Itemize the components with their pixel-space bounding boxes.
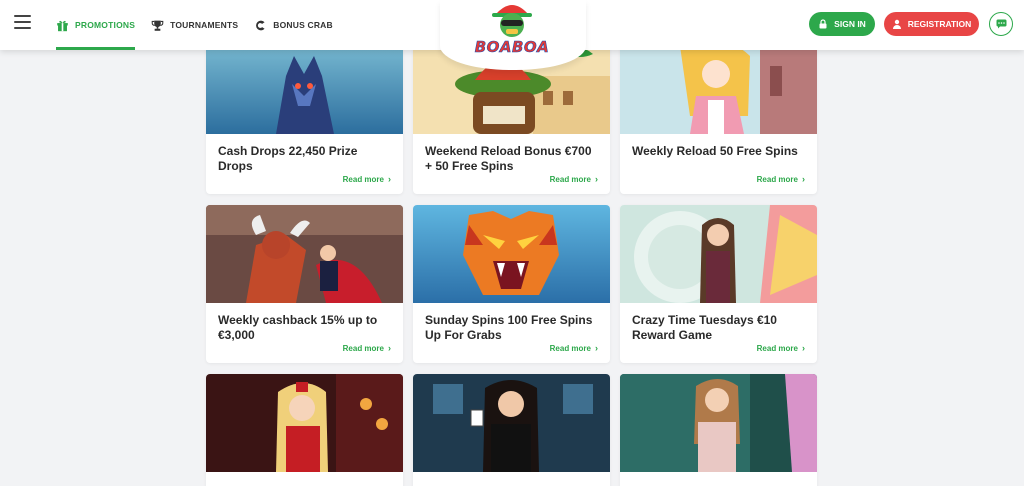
chevron-right-icon: ›	[802, 343, 805, 353]
registration-label: REGISTRATION	[907, 19, 972, 29]
nav-item-label: PROMOTIONS	[75, 20, 136, 30]
read-more-link[interactable]: Read more ›	[757, 343, 805, 353]
bull-matador	[206, 205, 403, 303]
read-more-label: Read more	[342, 174, 384, 184]
nav-item-label: BONUS CRAB	[273, 20, 333, 30]
nav-item-promotions[interactable]: PROMOTIONS	[56, 0, 136, 50]
registration-button[interactable]: REGISTRATION	[884, 12, 979, 36]
lock-icon	[819, 19, 827, 29]
sign-in-label: SIGN IN	[834, 19, 866, 29]
promo-card-title: Weekly Reload 50 Free Spins	[632, 144, 798, 158]
read-more-link[interactable]: Read more ›	[757, 174, 805, 184]
chat-icon	[996, 19, 1006, 29]
read-more-link[interactable]: Read more ›	[550, 174, 598, 184]
main-nav: PROMOTIONS TOURNAMENTS BONUS CRAB	[56, 0, 349, 50]
promo-card-title: Weekly cashback 15% up to €3,000	[218, 313, 378, 342]
read-more-label: Read more	[756, 343, 798, 353]
promo-card[interactable]: Weekly cashback 15% up to €3,000 Read mo…	[206, 205, 403, 363]
promo-card[interactable]	[206, 374, 403, 486]
chevron-right-icon: ›	[595, 343, 598, 353]
promo-card[interactable]	[620, 374, 817, 486]
nav-item-label: TOURNAMENTS	[170, 20, 239, 30]
chevron-right-icon: ›	[802, 174, 805, 184]
live-dealer-crazy-time	[620, 205, 817, 303]
gift-icon	[57, 20, 68, 31]
boaboa-logo[interactable]: BOABOA	[470, 0, 554, 62]
promo-card[interactable]: Sunday Spins 100 Free Spins Up For Grabs…	[413, 205, 610, 363]
sign-in-button[interactable]: SIGN IN	[809, 12, 875, 36]
promo-card[interactable]: Cash Drops 22,450 Prize Drops Read more ›	[206, 36, 403, 194]
trophy-icon	[151, 20, 164, 31]
user-icon	[892, 19, 901, 29]
read-more-label: Read more	[342, 343, 384, 353]
chat-button[interactable]	[989, 12, 1013, 36]
tiger-mask	[413, 205, 610, 303]
promo-card[interactable]	[413, 374, 610, 486]
read-more-link[interactable]: Read more ›	[343, 174, 391, 184]
anime-waitress	[620, 36, 817, 134]
read-more-label: Read more	[549, 174, 591, 184]
roulette-dealer	[620, 374, 817, 472]
promo-card-title: Cash Drops 22,450 Prize Drops	[218, 144, 358, 173]
promo-card[interactable]: Crazy Time Tuesdays €10 Reward Game Read…	[620, 205, 817, 363]
read-more-label: Read more	[549, 343, 591, 353]
read-more-link[interactable]: Read more ›	[343, 343, 391, 353]
chevron-right-icon: ›	[388, 174, 391, 184]
menu-icon[interactable]	[14, 15, 31, 29]
read-more-label: Read more	[756, 174, 798, 184]
chevron-right-icon: ›	[388, 343, 391, 353]
logo-text: BOABOA	[474, 38, 550, 57]
promo-card[interactable]: Weekly Reload 50 Free Spins Read more ›	[620, 36, 817, 194]
wolf-illustration	[206, 36, 403, 134]
blackjack-dealer	[413, 374, 610, 472]
chevron-right-icon: ›	[595, 174, 598, 184]
live-dealer-red-uniform	[206, 374, 403, 472]
promo-card-title: Crazy Time Tuesdays €10 Reward Game	[632, 313, 777, 342]
read-more-link[interactable]: Read more ›	[550, 343, 598, 353]
promo-card-title: Weekend Reload Bonus €700 + 50 Free Spin…	[425, 144, 592, 173]
logo-mascot-icon	[492, 5, 532, 37]
nav-item-bonus-crab[interactable]: BONUS CRAB	[254, 0, 333, 50]
nav-item-tournaments[interactable]: TOURNAMENTS	[151, 0, 238, 50]
crab-claw-icon	[256, 20, 265, 30]
promo-card-title: Sunday Spins 100 Free Spins Up For Grabs	[425, 313, 593, 342]
